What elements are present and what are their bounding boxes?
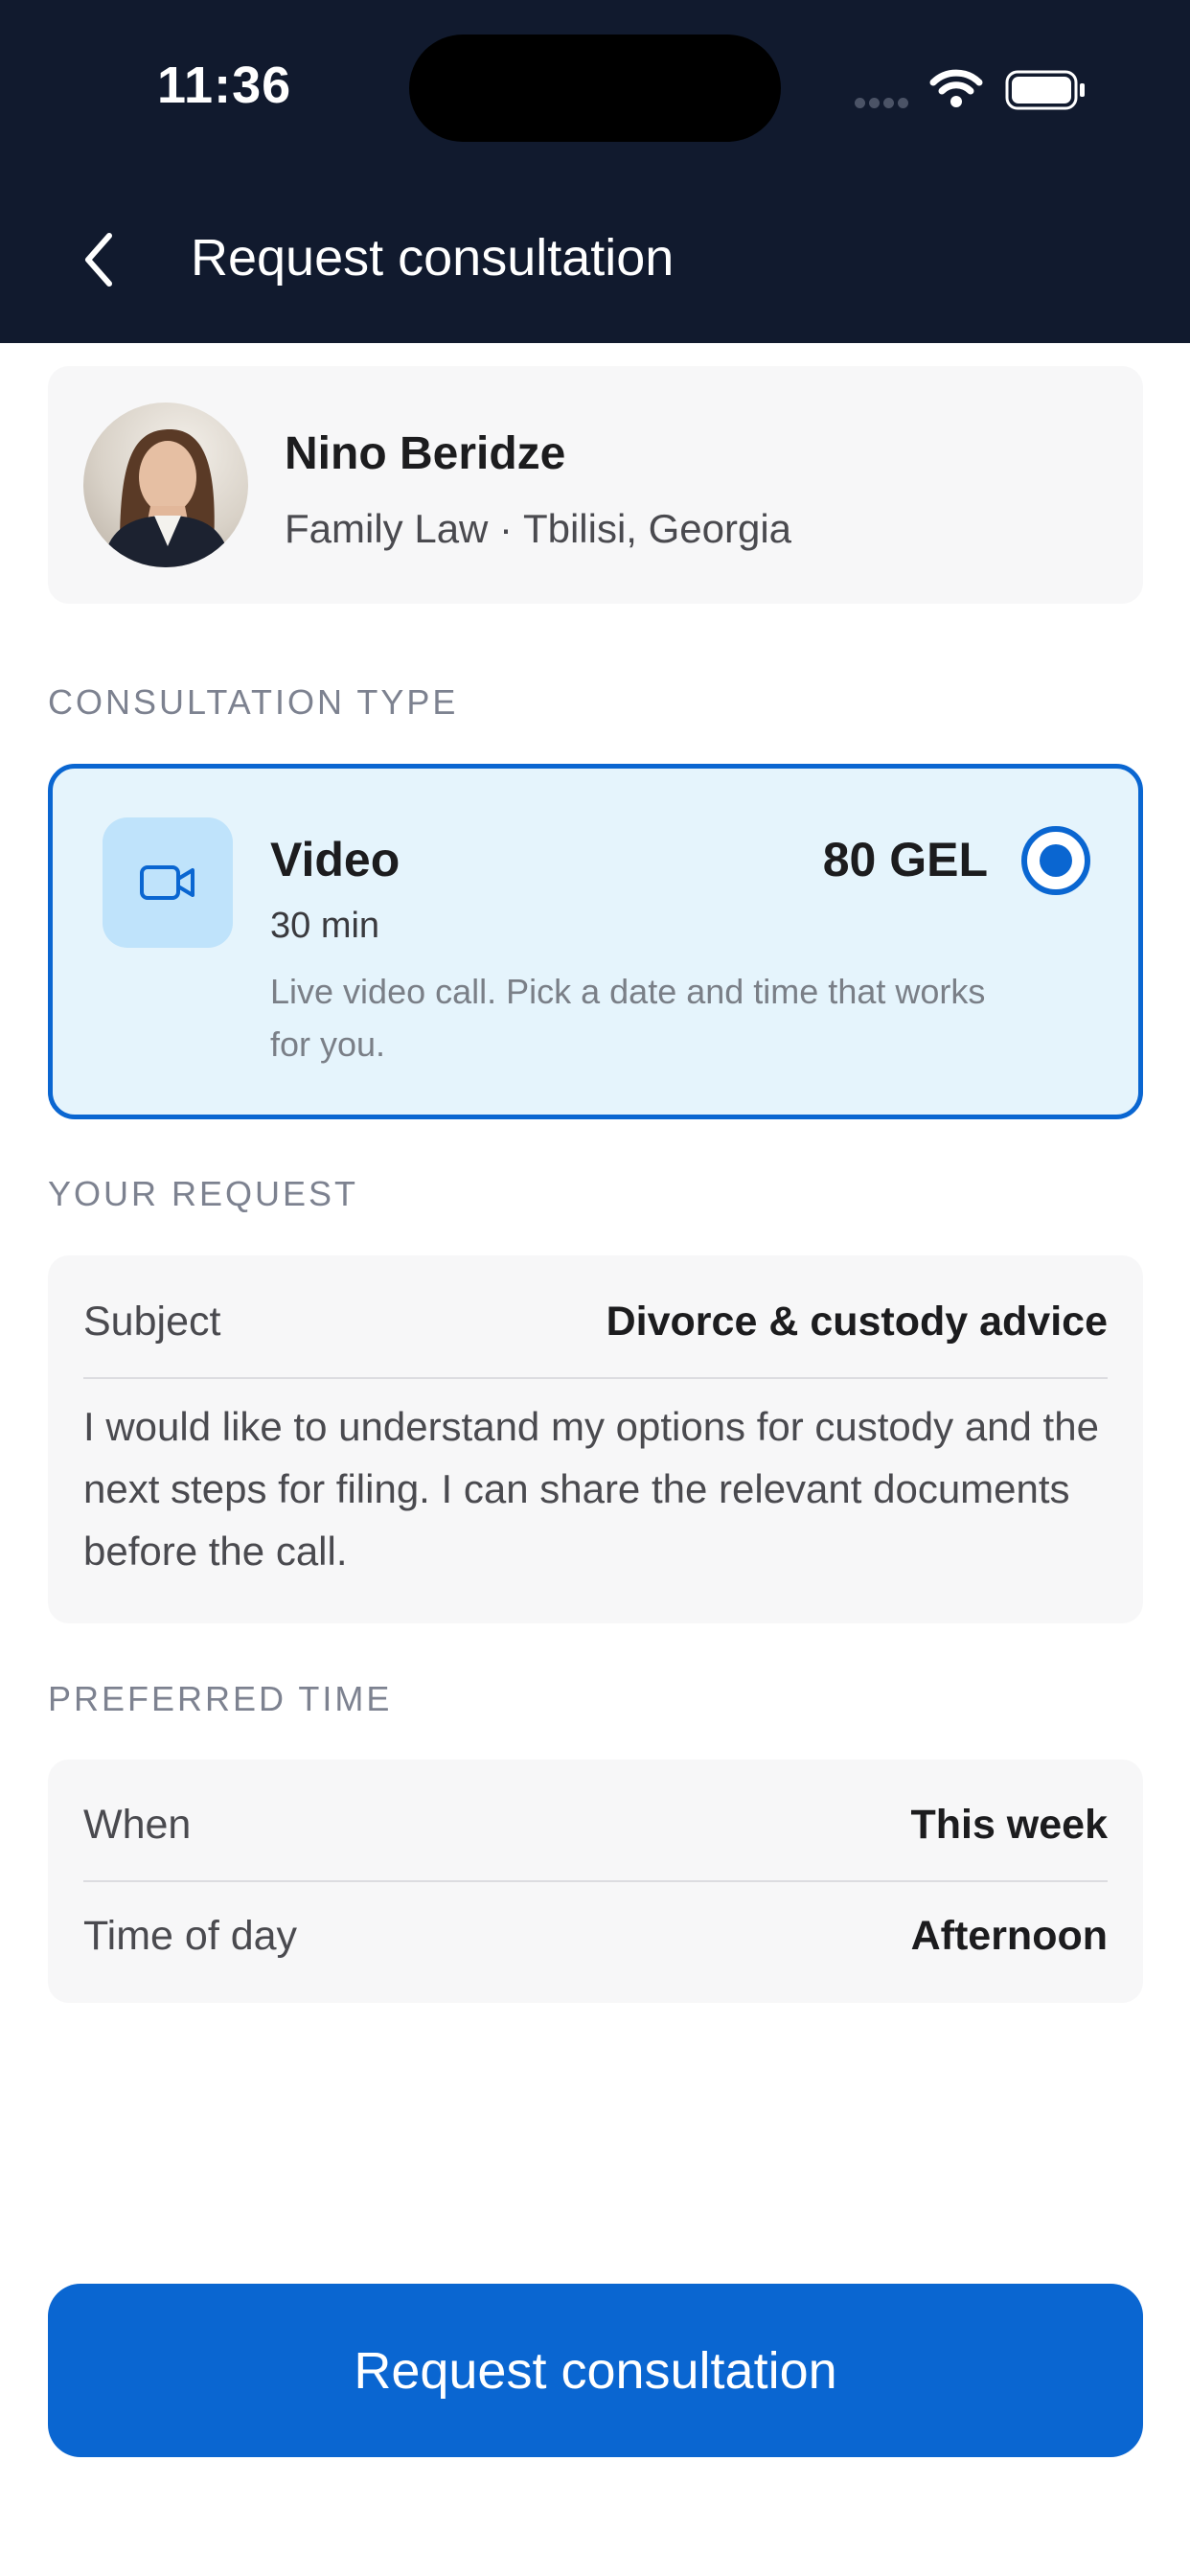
dynamic-island — [409, 34, 781, 142]
lawyer-name: Nino Beridze — [285, 428, 566, 479]
row-divider — [83, 1880, 1108, 1882]
consultation-price: 80 GEL — [822, 833, 988, 886]
lawyer-avatar — [83, 402, 248, 567]
consultation-description: Live video call. Pick a date and time th… — [270, 972, 986, 1064]
back-chevron-icon[interactable] — [67, 226, 134, 293]
preferred-time-card: When This week Time of day Afternoon — [48, 1760, 1143, 2003]
cellular-signal-icon — [855, 96, 912, 113]
wifi-icon — [929, 69, 983, 107]
consultation-option-video[interactable]: Video 80 GEL 30 min Live video call. Pic… — [48, 764, 1143, 1119]
lawyer-card[interactable]: Nino Beridze Family Law · Tbilisi, Georg… — [48, 366, 1143, 604]
when-label: When — [83, 1802, 192, 1848]
consultation-duration: 30 min — [270, 906, 380, 946]
row-divider — [83, 1377, 1108, 1379]
video-icon-box — [103, 817, 233, 948]
app-header: 11:36 Request consultation — [0, 0, 1190, 343]
selected-radio-button[interactable] — [1021, 826, 1090, 895]
consultation-type-heading: CONSULTATION TYPE — [48, 682, 459, 722]
request-details-card[interactable]: Subject Divorce & custody advice I would… — [48, 1255, 1143, 1623]
page-title: Request consultation — [191, 229, 675, 287]
subject-value: Divorce & custody advice — [606, 1299, 1108, 1345]
your-request-heading: YOUR REQUEST — [48, 1174, 359, 1213]
video-camera-icon — [140, 865, 195, 900]
request-message: I would like to understand my options fo… — [83, 1404, 1099, 1574]
preferred-time-heading: PREFERRED TIME — [48, 1679, 393, 1718]
lawyer-specialty-location: Family Law · Tbilisi, Georgia — [285, 506, 792, 551]
time-of-day-value[interactable]: Afternoon — [911, 1913, 1108, 1960]
consultation-type-title: Video — [270, 833, 400, 886]
subject-label: Subject — [83, 1299, 221, 1345]
battery-icon — [1005, 70, 1085, 110]
time-of-day-label: Time of day — [83, 1913, 298, 1959]
request-consultation-button[interactable]: Request consultation — [48, 2284, 1143, 2457]
when-value[interactable]: This week — [910, 1802, 1108, 1849]
status-time: 11:36 — [157, 57, 292, 114]
